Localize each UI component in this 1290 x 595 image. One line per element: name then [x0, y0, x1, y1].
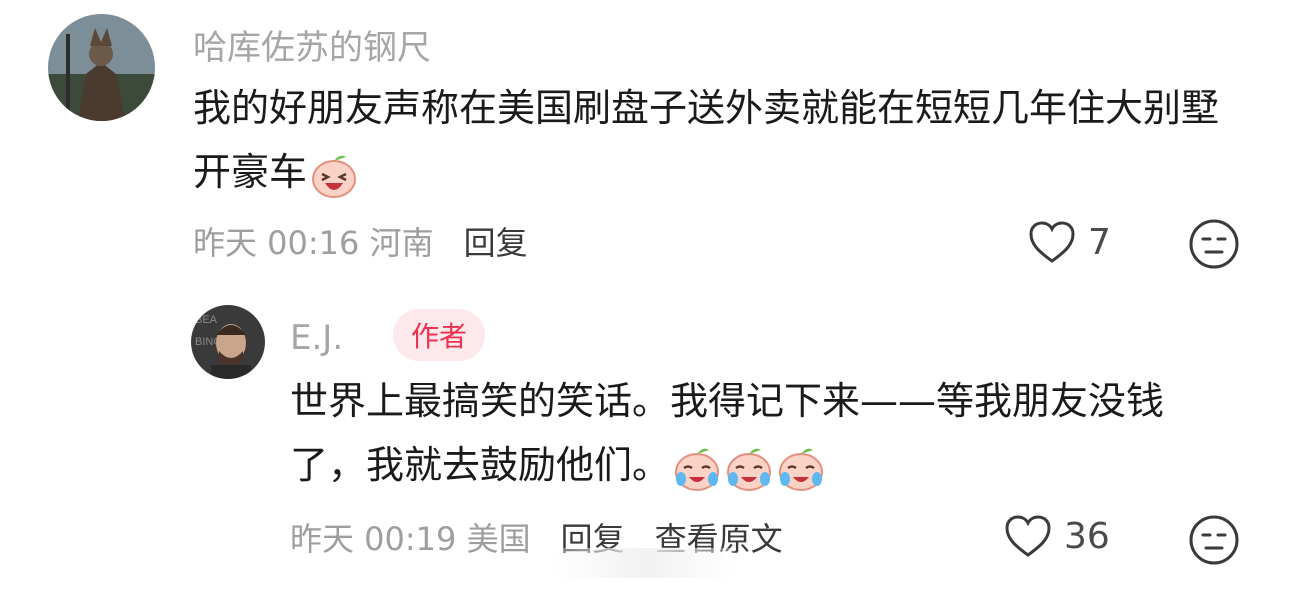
reply-button[interactable]: 回复	[464, 224, 528, 262]
comment-item: 哈库佐苏的钢尺 我的好朋友声称在美国刷盘子送外卖就能在短短几年住大别墅开豪车 昨…	[0, 0, 1290, 290]
avatar[interactable]	[48, 14, 155, 121]
comment-location: 河南	[369, 224, 434, 262]
watermark-overlay	[555, 548, 735, 578]
unamused-face-icon	[1189, 219, 1239, 269]
dislike-button[interactable]	[1188, 514, 1240, 570]
comment-location: 美国	[466, 520, 531, 558]
username[interactable]: E.J.	[290, 318, 343, 358]
comment-text: 我的好朋友声称在美国刷盘子送外卖就能在短短几年住大别墅开豪车	[193, 76, 1243, 204]
comment-time: 昨天 00:16	[193, 224, 360, 262]
unamused-face-icon	[1189, 515, 1239, 565]
avatar-image	[48, 14, 155, 121]
avatar[interactable]: BEA BING	[191, 305, 265, 379]
laughing-peach-emoji-icon	[309, 150, 359, 200]
like-button[interactable]: 36	[1004, 514, 1110, 558]
like-count: 36	[1064, 515, 1110, 557]
heart-icon	[1029, 221, 1075, 263]
comment-time: 昨天 00:19	[290, 520, 457, 558]
dislike-button[interactable]	[1188, 218, 1240, 274]
heart-icon	[1005, 515, 1051, 557]
like-count: 7	[1088, 221, 1111, 263]
username[interactable]: 哈库佐苏的钢尺	[193, 20, 431, 69]
comment-meta: 昨天 00:16 河南 回复	[193, 218, 528, 264]
avatar-image: BEA BING	[191, 305, 265, 379]
like-button[interactable]: 7	[1028, 220, 1111, 264]
